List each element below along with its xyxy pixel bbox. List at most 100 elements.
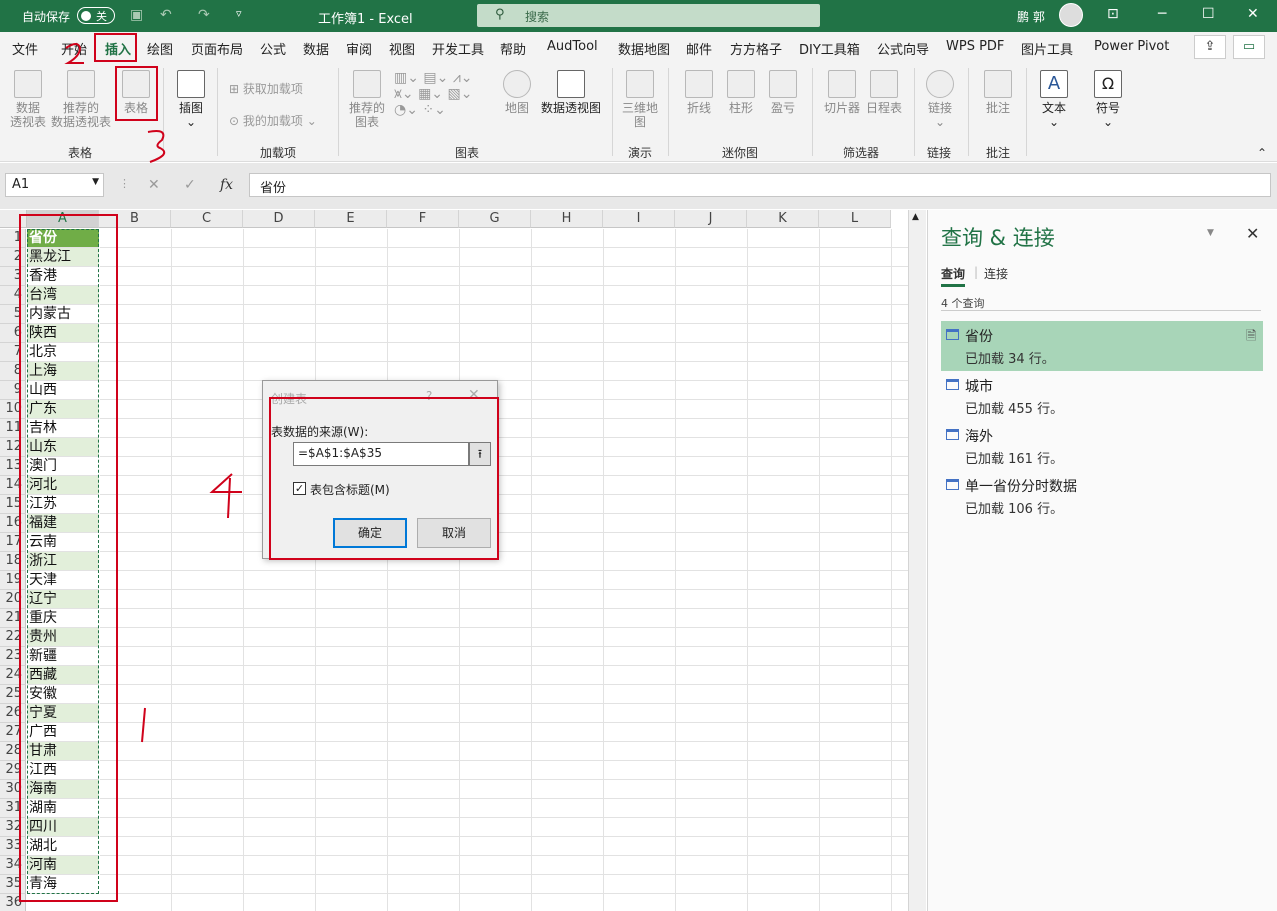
column-header-h[interactable]: H bbox=[531, 210, 603, 228]
tab-audtool[interactable]: AudTool bbox=[547, 39, 598, 54]
row-header[interactable]: 5 bbox=[0, 305, 26, 324]
header-cell[interactable]: 省份 bbox=[27, 229, 99, 248]
pane-close-icon[interactable]: ✕ bbox=[1246, 224, 1259, 243]
table-cell[interactable]: 新疆 bbox=[27, 647, 99, 666]
help-icon[interactable]: ? bbox=[426, 389, 432, 403]
tab-power-pivot[interactable]: Power Pivot bbox=[1094, 39, 1169, 54]
cancel-entry-icon[interactable]: ✕ bbox=[148, 177, 160, 193]
document-icon[interactable]: 🗎 bbox=[1246, 327, 1256, 349]
tab-home[interactable]: 开始 bbox=[61, 39, 87, 58]
source-range-input[interactable]: =$A$1:$A$35 bbox=[293, 442, 469, 466]
table-cell[interactable]: 西藏 bbox=[27, 666, 99, 685]
pivot-table-button[interactable]: 数据 透视表 bbox=[8, 70, 48, 129]
table-cell[interactable]: 山东 bbox=[27, 438, 99, 457]
row-header[interactable]: 7 bbox=[0, 343, 26, 362]
tab-fangfang[interactable]: 方方格子 bbox=[730, 39, 782, 58]
slicer-button[interactable]: 切片器 bbox=[820, 70, 864, 115]
tab-page-layout[interactable]: 页面布局 bbox=[191, 39, 243, 58]
row-header[interactable]: 12 bbox=[0, 438, 26, 457]
row-header[interactable]: 11 bbox=[0, 419, 26, 438]
row-header[interactable]: 21 bbox=[0, 609, 26, 628]
row-header[interactable]: 8 bbox=[0, 362, 26, 381]
table-cell[interactable]: 辽宁 bbox=[27, 590, 99, 609]
table-cell[interactable]: 云南 bbox=[27, 533, 99, 552]
avatar[interactable] bbox=[1059, 3, 1083, 27]
sparkline-winloss-button[interactable]: 盈亏 bbox=[766, 70, 800, 115]
column-header-c[interactable]: C bbox=[171, 210, 243, 228]
row-header[interactable]: 13 bbox=[0, 457, 26, 476]
row-header[interactable]: 30 bbox=[0, 780, 26, 799]
table-cell[interactable]: 澳门 bbox=[27, 457, 99, 476]
table-cell[interactable]: 福建 bbox=[27, 514, 99, 533]
table-cell[interactable]: 青海 bbox=[27, 875, 99, 894]
cancel-button[interactable]: 取消 bbox=[417, 518, 491, 548]
has-headers-checkbox[interactable]: ✓ bbox=[293, 482, 306, 495]
table-cell[interactable]: 台湾 bbox=[27, 286, 99, 305]
pivot-chart-button[interactable]: 数据透视图 bbox=[540, 70, 602, 115]
row-header[interactable]: 2 bbox=[0, 248, 26, 267]
row-header[interactable]: 32 bbox=[0, 818, 26, 837]
table-cell[interactable]: 甘肃 bbox=[27, 742, 99, 761]
column-header-e[interactable]: E bbox=[315, 210, 387, 228]
collapse-ribbon-icon[interactable]: ⌃ bbox=[1257, 146, 1267, 160]
row-header[interactable]: 22 bbox=[0, 628, 26, 647]
comments-icon[interactable]: ▭ bbox=[1233, 35, 1265, 59]
tab-data[interactable]: 数据 bbox=[303, 39, 329, 58]
row-header[interactable]: 24 bbox=[0, 666, 26, 685]
vertical-scrollbar[interactable]: ▲ bbox=[908, 210, 926, 911]
query-item[interactable]: 省份 已加载 34 行。 🗎 bbox=[941, 321, 1263, 371]
row-header[interactable]: 29 bbox=[0, 761, 26, 780]
tab-developer[interactable]: 开发工具 bbox=[432, 39, 484, 58]
tab-insert[interactable]: 插入 bbox=[105, 39, 132, 64]
table-cell[interactable]: 宁夏 bbox=[27, 704, 99, 723]
column-header-j[interactable]: J bbox=[675, 210, 747, 228]
has-headers-label[interactable]: 表包含标题(M) bbox=[310, 481, 390, 498]
table-cell[interactable]: 河南 bbox=[27, 856, 99, 875]
table-cell[interactable]: 湖南 bbox=[27, 799, 99, 818]
row-header[interactable]: 27 bbox=[0, 723, 26, 742]
redo-icon[interactable]: ↷ bbox=[198, 7, 210, 23]
row-header[interactable]: 15 bbox=[0, 495, 26, 514]
tab-help[interactable]: 帮助 bbox=[500, 39, 526, 58]
tab-mail[interactable]: 邮件 bbox=[686, 39, 712, 58]
table-cell[interactable]: 浙江 bbox=[27, 552, 99, 571]
column-header-g[interactable]: G bbox=[459, 210, 531, 228]
row-header[interactable]: 34 bbox=[0, 856, 26, 875]
sparkline-column-button[interactable]: 柱形 bbox=[724, 70, 758, 115]
row-header[interactable]: 19 bbox=[0, 571, 26, 590]
column-header-i[interactable]: I bbox=[603, 210, 675, 228]
recommended-pivot-button[interactable]: 推荐的 数据透视表 bbox=[50, 70, 112, 129]
row-header[interactable]: 14 bbox=[0, 476, 26, 495]
row-header[interactable]: 26 bbox=[0, 704, 26, 723]
tab-draw[interactable]: 绘图 bbox=[147, 39, 173, 58]
table-cell[interactable]: 上海 bbox=[27, 362, 99, 381]
query-item[interactable]: 海外 已加载 161 行。 bbox=[941, 421, 1263, 471]
ribbon-display-icon[interactable]: ⊡ bbox=[1107, 6, 1119, 22]
column-header-a[interactable]: A bbox=[27, 210, 99, 228]
collapse-dialog-icon[interactable]: ⭱ bbox=[469, 442, 491, 466]
get-addins-button[interactable]: ⊞ 获取加载项 bbox=[229, 80, 303, 97]
row-header[interactable]: 28 bbox=[0, 742, 26, 761]
name-box[interactable]: A1 ▼ bbox=[5, 173, 104, 197]
table-cell[interactable]: 黑龙江 bbox=[27, 248, 99, 267]
tab-picture-tools[interactable]: 图片工具 bbox=[1021, 39, 1073, 58]
row-header[interactable]: 6 bbox=[0, 324, 26, 343]
row-header[interactable]: 31 bbox=[0, 799, 26, 818]
query-item[interactable]: 城市 已加载 455 行。 bbox=[941, 371, 1263, 421]
user-name[interactable]: 鹏 郭 bbox=[1017, 8, 1045, 25]
row-header[interactable]: 1 bbox=[0, 229, 26, 248]
tab-file[interactable]: 文件 bbox=[12, 39, 38, 58]
worksheet-grid[interactable]: ABCDEFGHIJKL 1 2 3 4 5 6 7 8 9 10 11 12 13 14 15 16 17 18… bbox=[0, 210, 908, 911]
row-header[interactable]: 23 bbox=[0, 647, 26, 666]
symbol-button[interactable]: Ω 符号 ⌄ bbox=[1090, 70, 1126, 129]
tab-diy[interactable]: DIY工具箱 bbox=[799, 39, 860, 58]
maximize-icon[interactable]: ☐ bbox=[1202, 6, 1215, 22]
table-cell[interactable]: 安徽 bbox=[27, 685, 99, 704]
close-icon[interactable]: ✕ bbox=[1247, 6, 1259, 22]
customize-qa-icon[interactable]: ▿ bbox=[236, 7, 242, 20]
share-icon[interactable]: ⇪ bbox=[1194, 35, 1226, 59]
search-box[interactable]: ⚲ 搜索 bbox=[477, 4, 820, 27]
tab-queries[interactable]: 查询 bbox=[941, 265, 966, 287]
link-button[interactable]: 链接 ⌄ bbox=[922, 70, 958, 129]
row-header[interactable]: 17 bbox=[0, 533, 26, 552]
